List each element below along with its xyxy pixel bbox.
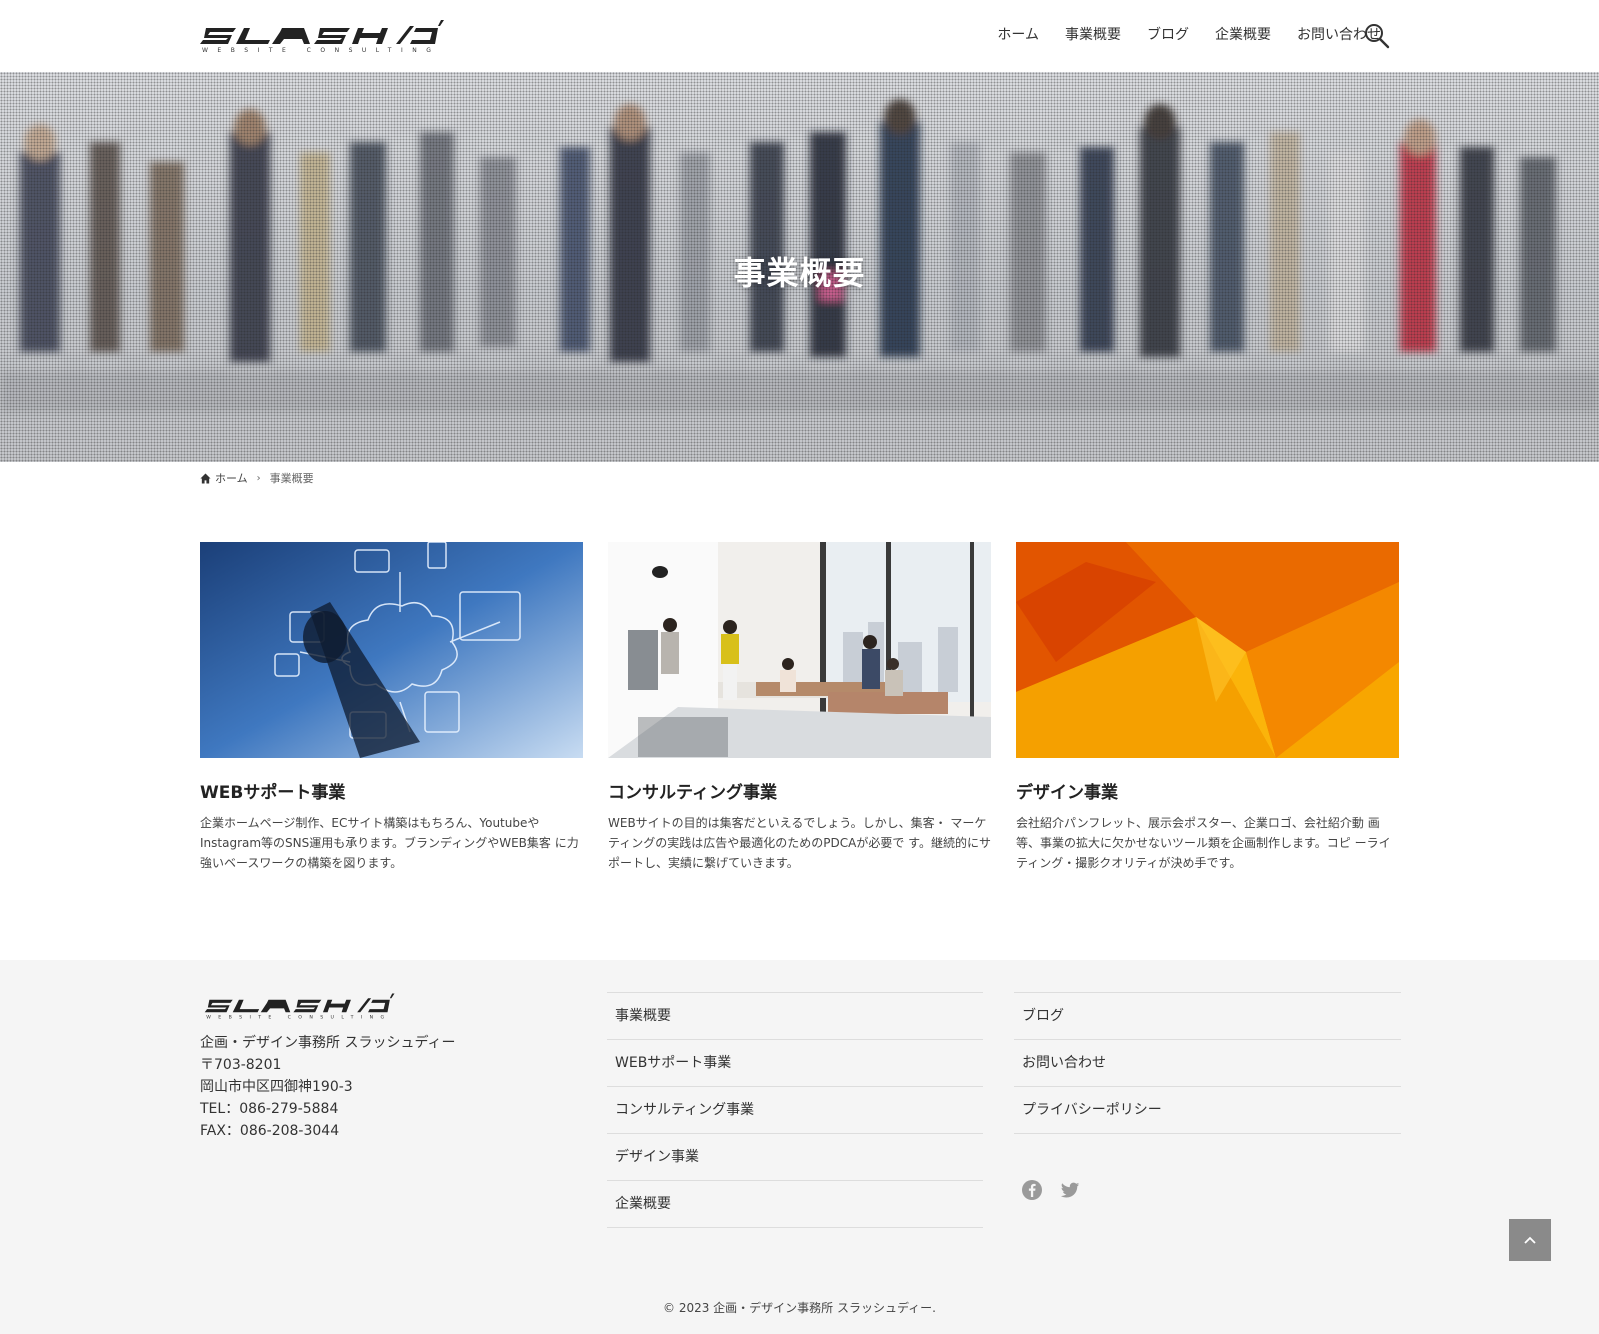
footer-link-web-support[interactable]: WEBサポート事業: [607, 1040, 983, 1087]
logo-subtext: WEBSITE CONSULTING: [202, 47, 440, 54]
card-title[interactable]: コンサルティング事業: [608, 778, 991, 803]
card-title[interactable]: デザイン事業: [1016, 778, 1399, 803]
footer-logo[interactable]: WEBSITE CONSULTING: [200, 992, 400, 1020]
breadcrumb: ホーム › 事業概要: [200, 470, 314, 486]
facebook-icon[interactable]: [1021, 1179, 1043, 1201]
social-links: [1021, 1179, 1097, 1201]
card-consulting[interactable]: コンサルティング事業 WEBサイトの目的は集客だといえるでしょう。しかし、集客・…: [608, 542, 991, 873]
breadcrumb-current: 事業概要: [269, 472, 314, 485]
card-description: 企業ホームページ制作、ECサイト構築はもちろん、Youtubeや Instagr…: [200, 816, 579, 870]
footer-link-business[interactable]: 事業概要: [607, 993, 983, 1040]
chevron-up-icon: [1524, 1236, 1536, 1244]
nav-company[interactable]: 企業概要: [1215, 24, 1271, 44]
card-description: 会社紹介パンフレット、展示会ポスター、企業ロゴ、会社紹介動 画等、事業の拡大に欠…: [1016, 816, 1391, 870]
footer-menu-info: ブログ お問い合わせ プライバシーポリシー: [1014, 992, 1401, 1134]
nav-home[interactable]: ホーム: [997, 24, 1039, 44]
postal-code: 〒703-8201: [200, 1057, 282, 1073]
company-name: 企画・デザイン事務所 スラッシュディー: [200, 1035, 456, 1051]
hero-banner: 事業概要: [0, 72, 1599, 462]
footer-menu-business: 事業概要 WEBサポート事業 コンサルティング事業 デザイン事業 企業概要: [607, 992, 983, 1228]
card-description: WEBサイトの目的は集客だといえるでしょう。しかし、集客・ マーケティングの実践…: [608, 816, 991, 870]
footer-link-contact[interactable]: お問い合わせ: [1014, 1040, 1401, 1087]
home-icon: [200, 472, 211, 484]
card-design[interactable]: デザイン事業 会社紹介パンフレット、展示会ポスター、企業ロゴ、会社紹介動 画等、…: [1016, 542, 1399, 873]
footer-link-company[interactable]: 企業概要: [607, 1181, 983, 1228]
fax-number: FAX：086-208-3044: [200, 1123, 340, 1139]
breadcrumb-home[interactable]: ホーム: [215, 470, 248, 486]
street-address: 岡山市中区四御神190-3: [200, 1079, 353, 1095]
search-icon[interactable]: [1363, 22, 1391, 50]
twitter-icon[interactable]: [1059, 1179, 1081, 1201]
footer-link-privacy[interactable]: プライバシーポリシー: [1014, 1087, 1401, 1134]
company-address: 企画・デザイン事務所 スラッシュディー 〒703-8201 岡山市中区四御神19…: [200, 1032, 455, 1142]
footer-link-blog[interactable]: ブログ: [1014, 993, 1401, 1040]
main-nav: ホーム 事業概要 ブログ 企業概要 お問い合わせ: [997, 24, 1381, 44]
card-image-web[interactable]: [200, 542, 583, 758]
site-header: WEBSITE CONSULTING ホーム 事業概要 ブログ 企業概要 お問い…: [0, 0, 1599, 72]
phone-number: TEL：086-279-5884: [200, 1101, 339, 1117]
card-web-support[interactable]: WEBサポート事業 企業ホームページ制作、ECサイト構築はもちろん、Youtub…: [200, 542, 583, 873]
chevron-right-icon: ›: [256, 472, 261, 484]
footer-link-consulting[interactable]: コンサルティング事業: [607, 1087, 983, 1134]
page-title: 事業概要: [733, 254, 866, 292]
site-footer: WEBSITE CONSULTING 企画・デザイン事務所 スラッシュディー 〒…: [0, 960, 1599, 1334]
back-to-top-button[interactable]: [1509, 1219, 1551, 1261]
card-image-consulting[interactable]: [608, 542, 991, 758]
card-title[interactable]: WEBサポート事業: [200, 778, 583, 803]
card-image-design[interactable]: [1016, 542, 1399, 758]
nav-business[interactable]: 事業概要: [1065, 24, 1121, 44]
footer-link-design[interactable]: デザイン事業: [607, 1134, 983, 1181]
nav-blog[interactable]: ブログ: [1147, 24, 1189, 44]
site-logo[interactable]: WEBSITE CONSULTING: [200, 18, 445, 54]
business-cards: WEBサポート事業 企業ホームページ制作、ECサイト構築はもちろん、Youtub…: [200, 542, 1399, 873]
footer-logo-subtext: WEBSITE CONSULTING: [206, 1014, 391, 1020]
copyright: © 2023 企画・デザイン事務所 スラッシュディー.: [663, 1301, 936, 1315]
